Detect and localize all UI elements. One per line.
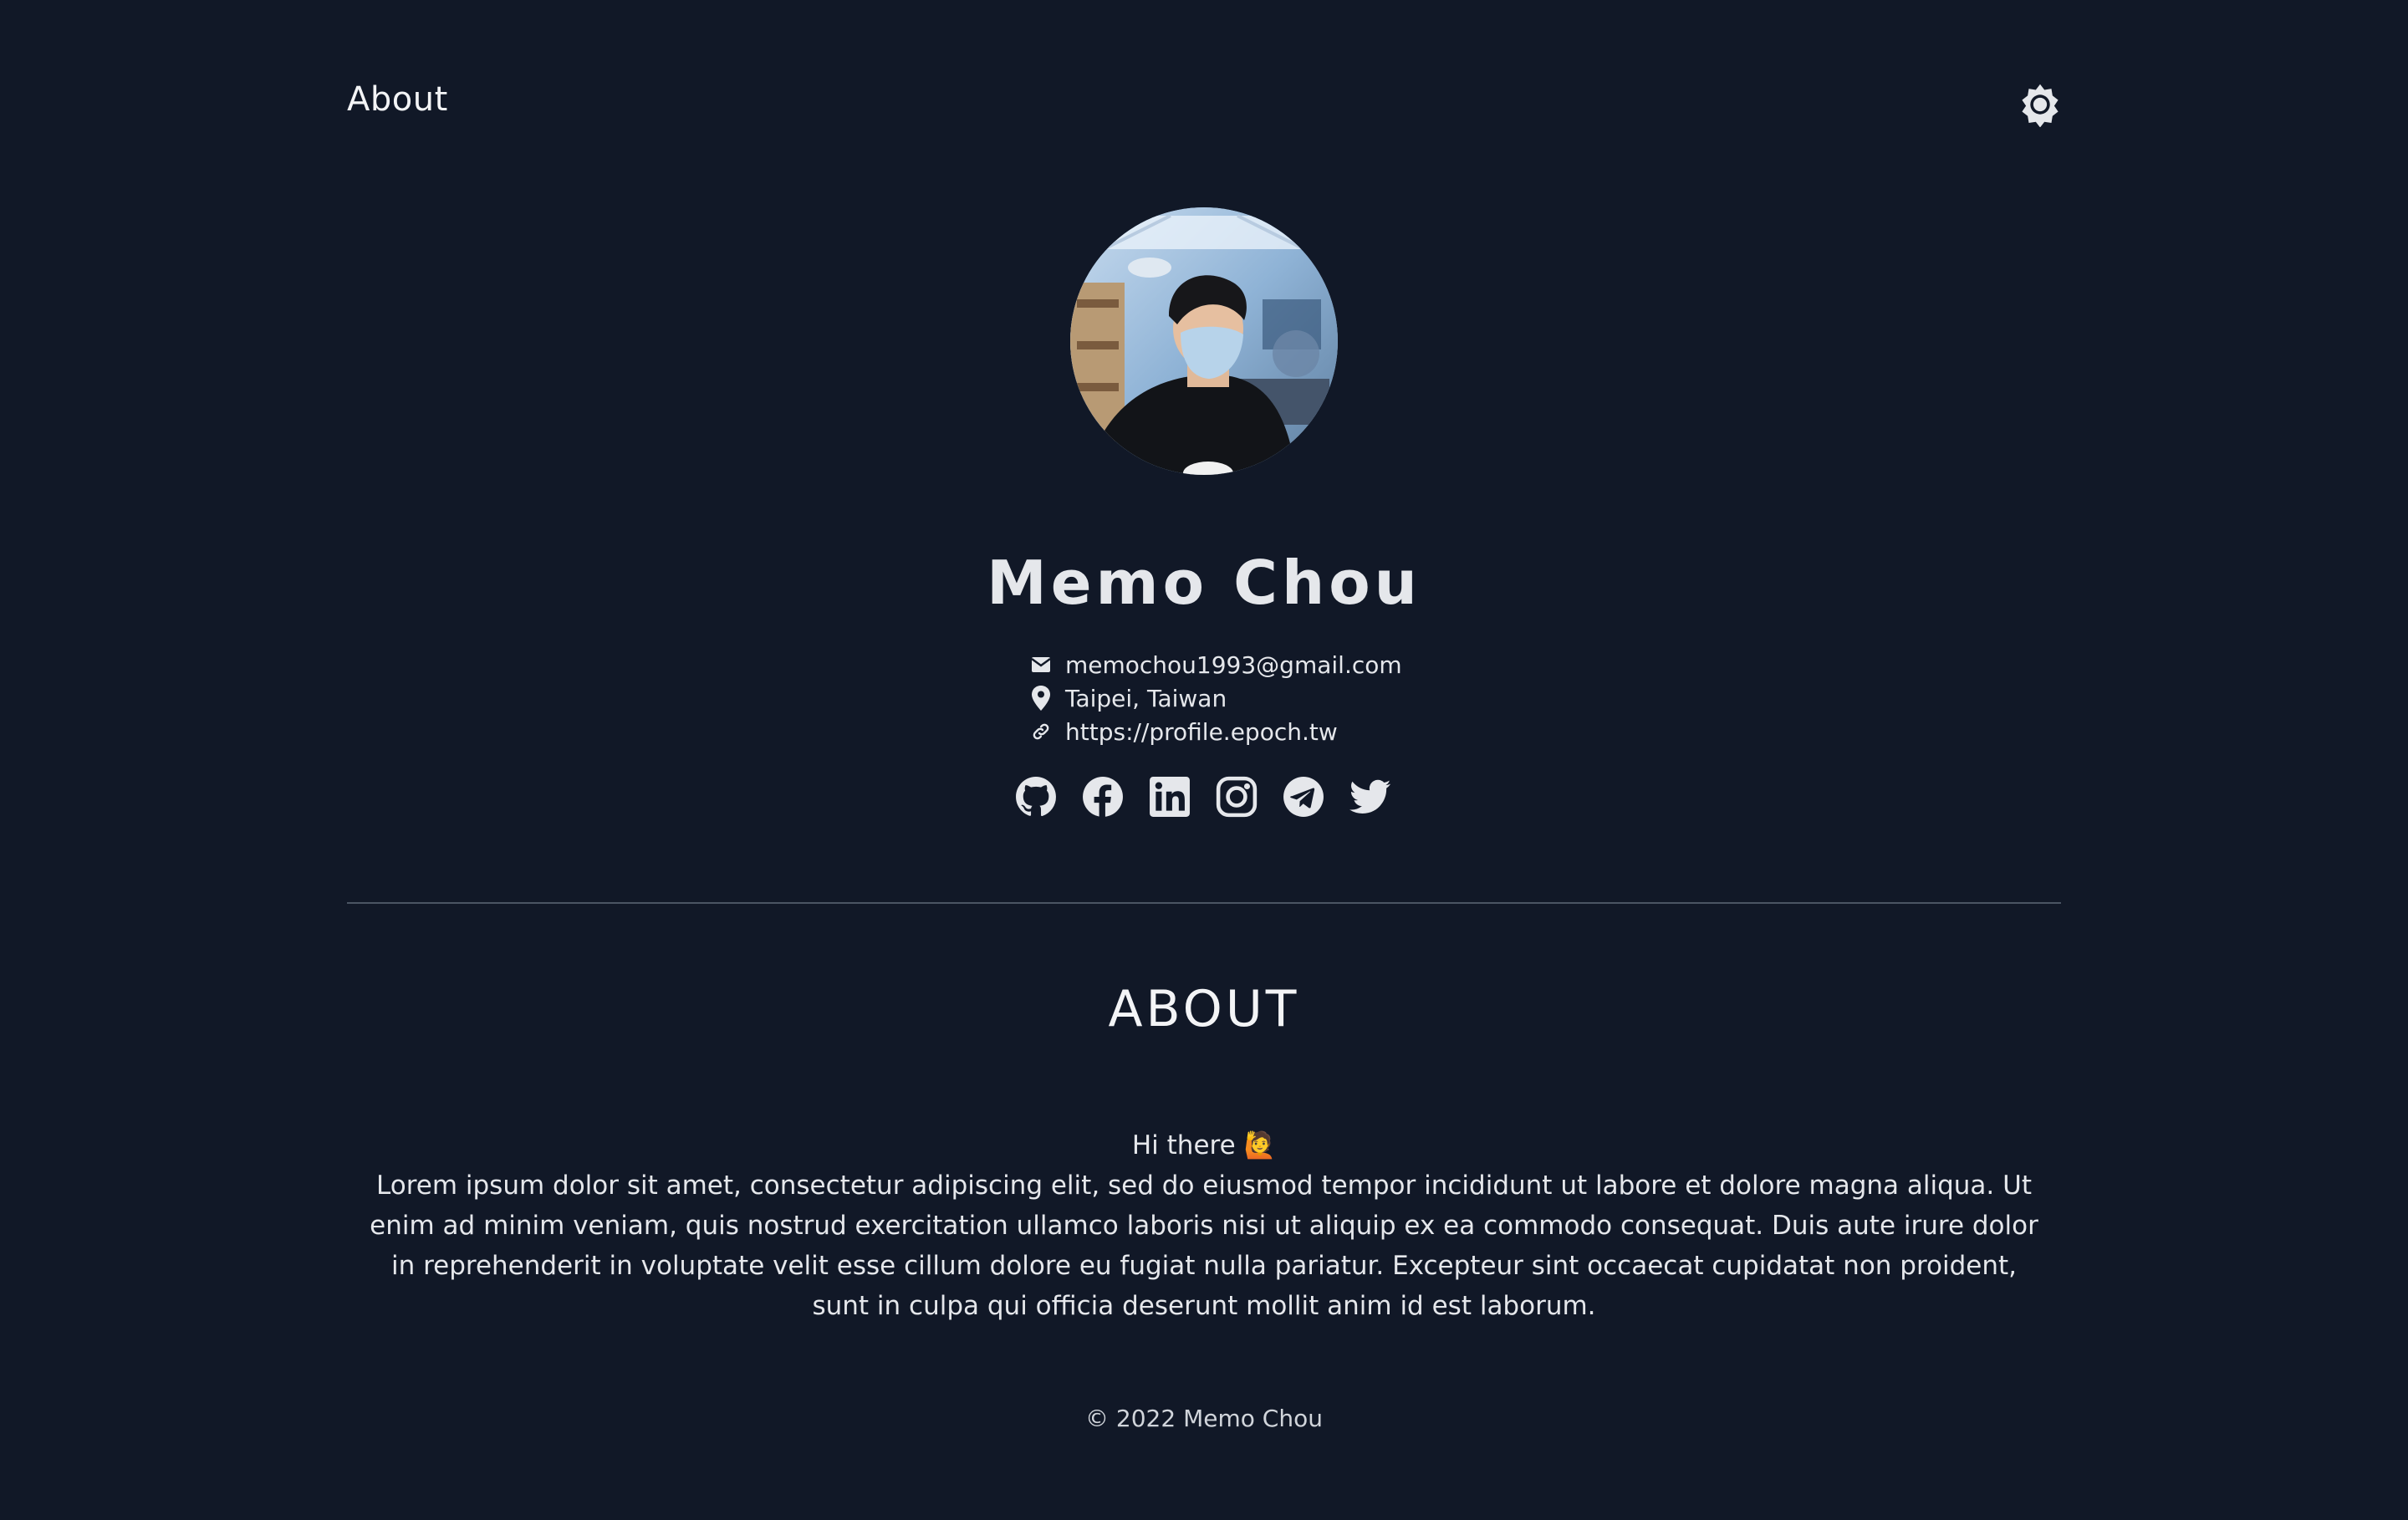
profile-name: Memo Chou <box>987 548 1421 618</box>
page: About Memo Chou memochou1993@gmail.com T… <box>0 0 2408 1520</box>
social-links <box>1015 776 1391 818</box>
website-link[interactable]: https://profile.epoch.tw <box>1065 718 1338 746</box>
avatar-photo <box>1070 207 1338 475</box>
about-content: Hi there 🙋 Lorem ipsum dolor sit amet, c… <box>360 1125 2048 1326</box>
about-heading: ABOUT <box>1108 980 1300 1038</box>
contact-info: memochou1993@gmail.com Taipei, Taiwan ht… <box>1030 648 1402 748</box>
footer-copyright: © 2022 Memo Chou <box>1085 1405 1323 1432</box>
sun-gear-icon <box>2022 84 2059 127</box>
website-row: https://profile.epoch.tw <box>1030 715 1402 748</box>
facebook-icon[interactable] <box>1082 776 1124 818</box>
github-icon[interactable] <box>1015 776 1057 818</box>
telegram-icon[interactable] <box>1283 776 1324 818</box>
linkedin-icon[interactable] <box>1149 776 1191 818</box>
email-row: memochou1993@gmail.com <box>1030 648 1402 681</box>
envelope-icon <box>1030 654 1052 676</box>
instagram-icon[interactable] <box>1216 776 1258 818</box>
location-text: Taipei, Taiwan <box>1065 684 1227 712</box>
location-row: Taipei, Taiwan <box>1030 681 1402 715</box>
link-icon <box>1030 721 1052 742</box>
about-greeting: Hi there 🙋 <box>1131 1130 1277 1160</box>
map-pin-icon <box>1030 686 1052 711</box>
about-paragraph: Lorem ipsum dolor sit amet, consectetur … <box>370 1171 2038 1321</box>
avatar <box>1070 207 1338 475</box>
nav-title-link[interactable]: About <box>347 80 448 119</box>
email-link[interactable]: memochou1993@gmail.com <box>1065 651 1402 679</box>
twitter-icon[interactable] <box>1349 776 1391 818</box>
theme-toggle-button[interactable] <box>2015 79 2065 130</box>
section-divider <box>347 902 2061 904</box>
